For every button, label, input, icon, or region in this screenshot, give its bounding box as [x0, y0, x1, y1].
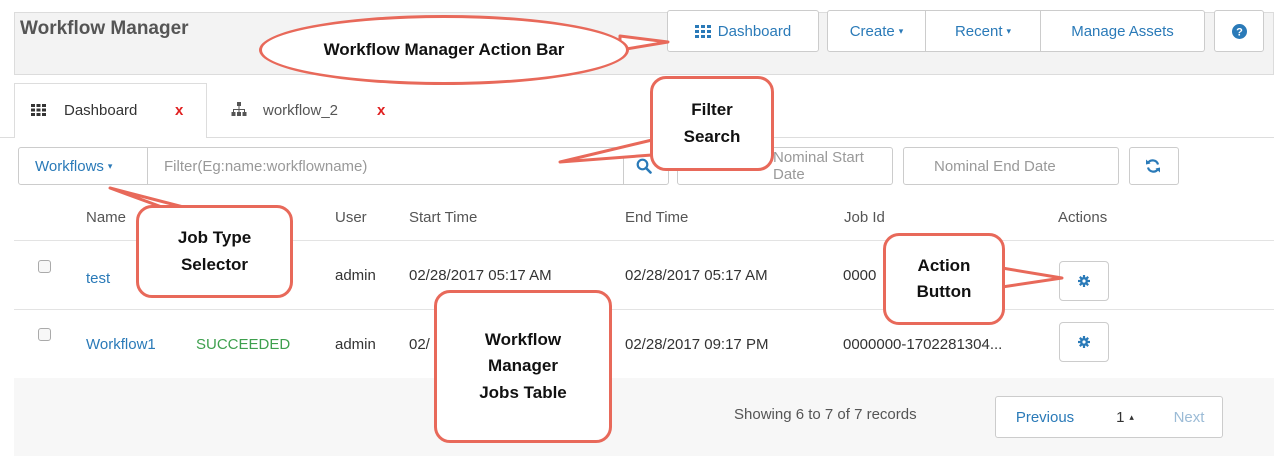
callout-filter-search-line1: Filter — [691, 100, 733, 120]
callout-filter-search-line2: Search — [683, 126, 741, 146]
callout-action-bar: Workflow Manager Action Bar — [259, 15, 629, 85]
callout-job-type-selector: Job Type Selector — [136, 205, 293, 298]
callout-jobs-table: Workflow Manager Jobs Table — [434, 290, 612, 443]
callout-filter-search: Filter Search — [650, 76, 774, 171]
callout-action-bar-text: Workflow Manager Action Bar — [323, 39, 565, 59]
callout-action-button-line1: Action — [917, 255, 971, 275]
callout-action-button: Action Button — [883, 233, 1005, 325]
callout-jobs-table-line2: Manager — [488, 356, 558, 376]
callout-jobs-table-line3: Jobs Table — [479, 382, 567, 402]
callout-job-type-line1: Job Type — [177, 228, 252, 248]
callout-job-type-line2: Selector — [180, 254, 249, 274]
callout-action-button-line2: Button — [916, 282, 972, 301]
callout-jobs-table-line1: Workflow — [484, 329, 562, 349]
